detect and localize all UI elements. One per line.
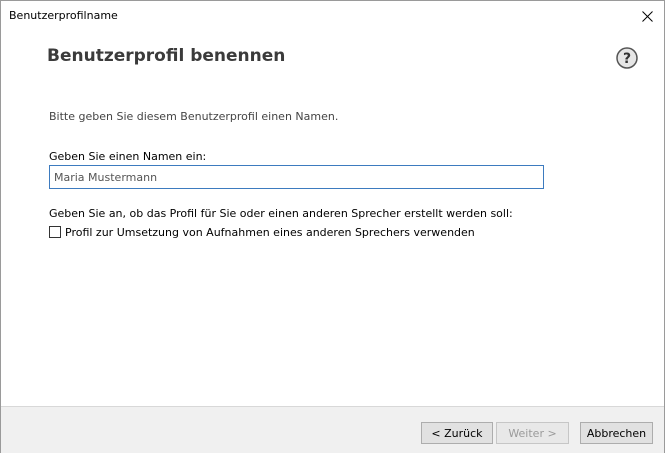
window-title: Benutzerprofilname (9, 9, 118, 22)
close-button[interactable] (630, 1, 664, 31)
close-icon (641, 10, 653, 22)
profile-name-input[interactable] (49, 165, 544, 189)
svg-text:?: ? (623, 51, 631, 67)
dialog-window: Benutzerprofilname Benutzerprofil benenn… (0, 0, 665, 453)
help-button[interactable]: ? (616, 47, 638, 69)
other-speaker-checkbox-label[interactable]: Profil zur Umsetzung von Aufnahmen eines… (65, 226, 475, 239)
title-bar: Benutzerprofilname (1, 1, 664, 31)
other-speaker-option[interactable]: Profil zur Umsetzung von Aufnahmen eines… (49, 225, 475, 239)
page-heading: Benutzerprofil benennen (47, 46, 286, 66)
intro-text: Bitte geben Sie diesem Benutzerprofil ei… (49, 110, 339, 123)
button-bar: < Zurück Weiter > Abbrechen (1, 406, 664, 453)
next-button[interactable]: Weiter > (496, 422, 569, 444)
name-field-label: Geben Sie einen Namen ein: (49, 150, 207, 163)
cancel-button[interactable]: Abbrechen (580, 422, 653, 444)
help-icon: ? (616, 47, 638, 69)
other-speaker-checkbox[interactable] (49, 226, 61, 238)
back-button[interactable]: < Zurück (421, 422, 493, 444)
speaker-option-label: Geben Sie an, ob das Profil für Sie oder… (49, 207, 513, 220)
